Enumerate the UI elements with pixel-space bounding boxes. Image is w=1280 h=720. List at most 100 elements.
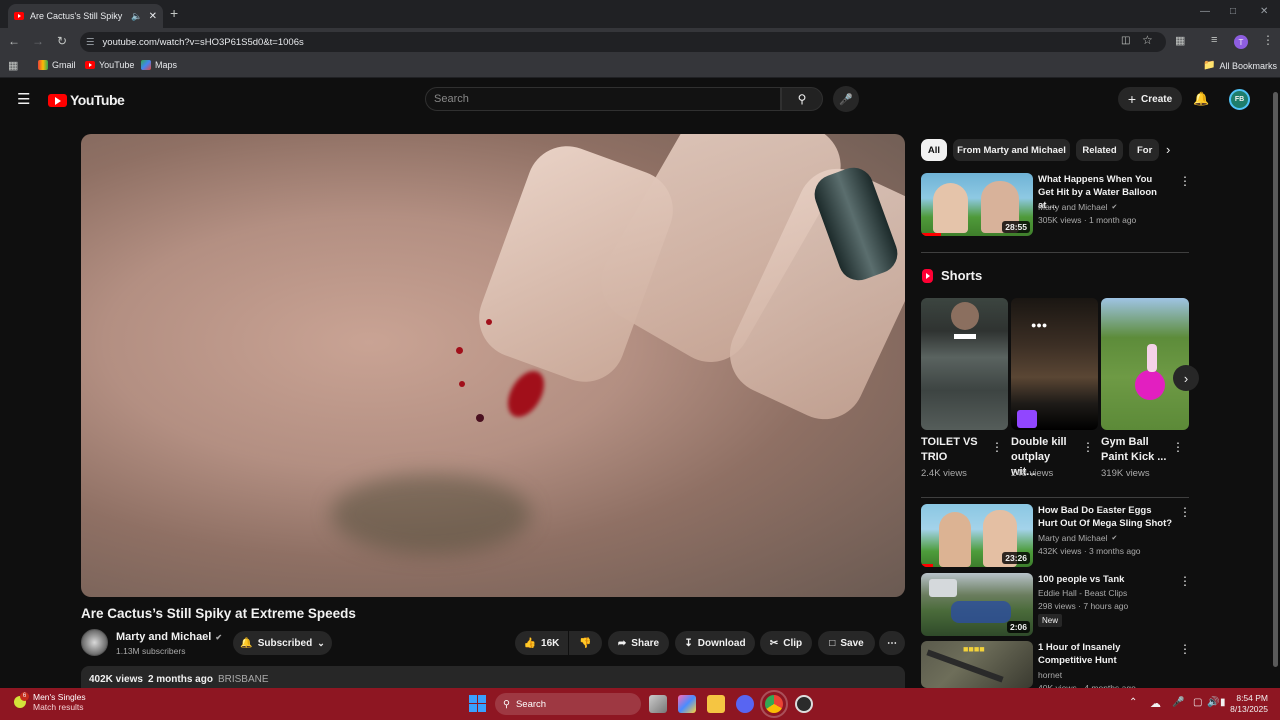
chip-related[interactable]: Related — [1076, 139, 1123, 161]
guide-menu-icon[interactable]: ☰ — [17, 90, 30, 108]
task-view-icon[interactable] — [649, 695, 667, 713]
search-button[interactable]: ⚲ — [781, 87, 823, 111]
file-explorer-icon[interactable] — [707, 695, 725, 713]
more-options-icon[interactable]: ⋮ — [1082, 440, 1094, 454]
more-options-icon[interactable]: ⋮ — [1179, 174, 1191, 188]
save-button[interactable]: □ Save — [818, 631, 875, 655]
more-options-icon[interactable]: ⋮ — [1172, 440, 1184, 454]
related-thumbnail[interactable]: 2:06 — [921, 573, 1033, 636]
create-button[interactable]: + Create — [1118, 87, 1182, 111]
related-channel[interactable]: Eddie Hall - Beast Clips — [1038, 588, 1127, 598]
obs-icon[interactable] — [795, 695, 813, 713]
volume-icon[interactable]: 🔊 — [1207, 697, 1219, 708]
download-icon: ↧ — [684, 637, 693, 649]
related-channel[interactable]: Marty and Michael ✔ — [1038, 202, 1117, 212]
tab-close-icon[interactable]: ✕ — [149, 11, 157, 22]
related-title[interactable]: 1 Hour of Insanely Competitive Hunt — [1038, 641, 1173, 667]
twitch-icon — [1017, 410, 1037, 428]
related-thumbnail[interactable]: 23:26 — [921, 504, 1033, 567]
voice-search-button[interactable]: 🎤 — [833, 86, 859, 112]
download-button[interactable]: ↧ Download — [675, 631, 755, 655]
bookmark-star-icon[interactable]: ☆ — [1142, 33, 1153, 47]
reload-icon[interactable]: ↻ — [54, 34, 70, 48]
profile-avatar[interactable]: T — [1234, 35, 1248, 49]
apps-icon[interactable]: ▦ — [8, 59, 18, 72]
extensions-icon[interactable]: ▦ — [1175, 34, 1185, 47]
more-actions-button[interactable]: ⋯ — [879, 631, 905, 655]
short-thumbnail[interactable] — [1101, 298, 1189, 430]
account-avatar[interactable]: FB — [1229, 89, 1250, 110]
network-icon[interactable]: ▢ — [1193, 697, 1202, 708]
related-channel[interactable]: Marty and Michael ✔ — [1038, 533, 1117, 543]
shorts-heading-text: Shorts — [941, 268, 983, 283]
more-options-icon[interactable]: ⋮ — [1179, 574, 1191, 588]
site-info-icon[interactable]: ☰ — [86, 37, 95, 48]
subscribed-button[interactable]: 🔔 Subscribed ⌄ — [233, 631, 332, 655]
tray-chevron-icon[interactable]: ⌃ — [1129, 697, 1137, 708]
channel-avatar[interactable] — [81, 629, 108, 656]
chips-next-icon[interactable]: › — [1166, 142, 1170, 157]
bookmark-youtube[interactable]: YouTube — [85, 60, 134, 70]
related-title[interactable]: How Bad Do Easter Eggs Hurt Out Of Mega … — [1038, 504, 1173, 530]
forward-icon[interactable]: → — [30, 34, 46, 48]
clock[interactable]: 8:54 PM 8/13/2025 — [1228, 693, 1268, 715]
new-badge: New — [1038, 614, 1063, 627]
battery-icon[interactable]: ▮ — [1220, 697, 1226, 708]
more-options-icon[interactable]: ⋮ — [1179, 642, 1191, 656]
cast-icon[interactable]: ◫ — [1121, 35, 1130, 46]
copilot-icon[interactable] — [678, 695, 696, 713]
onedrive-icon[interactable]: ☁ — [1150, 697, 1161, 710]
shorts-logo-icon — [922, 268, 933, 283]
clip-button[interactable]: ✂ Clip — [760, 631, 812, 655]
chip-for-you[interactable]: For — [1129, 139, 1159, 161]
address-bar[interactable]: ☰ youtube.com/watch?v=sHO3P61S5d0&t=1006… — [80, 32, 1166, 52]
youtube-icon — [85, 61, 95, 69]
create-label: Create — [1141, 93, 1173, 105]
bookmark-maps[interactable]: Maps — [141, 60, 177, 70]
search-input[interactable]: Search — [425, 87, 781, 111]
speaker-icon[interactable]: 🔈 — [131, 11, 142, 22]
microphone-tray-icon[interactable]: 🎤 — [1172, 697, 1184, 708]
start-icon[interactable] — [469, 695, 486, 712]
shorts-next-button[interactable]: › — [1173, 365, 1199, 391]
related-title[interactable]: 100 people vs Tank — [1038, 573, 1173, 586]
short-title[interactable]: Gym Ball Paint Kick ... — [1101, 435, 1167, 465]
back-icon[interactable]: ← — [6, 34, 22, 48]
like-button[interactable]: 👍 16K — [515, 631, 568, 655]
reading-list-icon[interactable]: ≡ — [1211, 34, 1217, 46]
video-player[interactable] — [81, 134, 905, 597]
browser-tab[interactable]: Are Cactus's Still Spiky at Extreme Spee… — [8, 4, 163, 28]
scrollbar-thumb[interactable] — [1273, 92, 1278, 667]
discord-icon[interactable] — [736, 695, 754, 713]
share-button[interactable]: ➦ Share — [608, 631, 669, 655]
close-window-icon[interactable]: ✕ — [1260, 6, 1268, 17]
more-options-icon[interactable]: ⋮ — [1179, 505, 1191, 519]
dislike-button[interactable]: 👎 — [569, 631, 602, 655]
duration-badge: 23:26 — [1002, 552, 1030, 564]
short-thumbnail[interactable]: ●●● — [1011, 298, 1098, 430]
new-tab-icon[interactable]: + — [170, 5, 178, 21]
related-channel[interactable]: hornet — [1038, 670, 1062, 680]
minimize-icon[interactable]: — — [1200, 6, 1210, 17]
short-thumbnail[interactable] — [921, 298, 1008, 430]
chrome-menu-icon[interactable]: ⋮ — [1262, 33, 1274, 47]
more-options-icon[interactable]: ⋮ — [991, 440, 1003, 454]
short-title[interactable]: TOILET VS TRIO — [921, 435, 983, 465]
chip-from-channel[interactable]: From Marty and Michael — [953, 139, 1070, 161]
youtube-logo[interactable]: YouTube — [48, 92, 125, 108]
bookmark-gmail[interactable]: Gmail — [38, 60, 76, 70]
page-scrollbar[interactable] — [1271, 80, 1280, 688]
taskbar-search[interactable]: ⚲ Search — [495, 693, 641, 715]
chip-all[interactable]: All — [921, 139, 947, 161]
maximize-icon[interactable]: □ — [1230, 6, 1236, 17]
folder-icon: 📁 — [1203, 60, 1216, 71]
description-box[interactable]: 402K views 2 months ago BRISBANE — [81, 666, 905, 690]
news-widget[interactable]: 6 Men's Singles Match results — [12, 692, 86, 712]
related-thumbnail[interactable]: 28:55 — [921, 173, 1033, 236]
gmail-icon — [38, 60, 48, 70]
notifications-bell-icon[interactable]: 🔔 — [1193, 91, 1209, 107]
chrome-icon[interactable] — [760, 690, 788, 718]
all-bookmarks[interactable]: 📁 All Bookmarks — [1203, 60, 1277, 71]
related-thumbnail[interactable]: ■■■■ — [921, 641, 1033, 688]
channel-name[interactable]: Marty and Michael ✔ — [116, 631, 222, 643]
